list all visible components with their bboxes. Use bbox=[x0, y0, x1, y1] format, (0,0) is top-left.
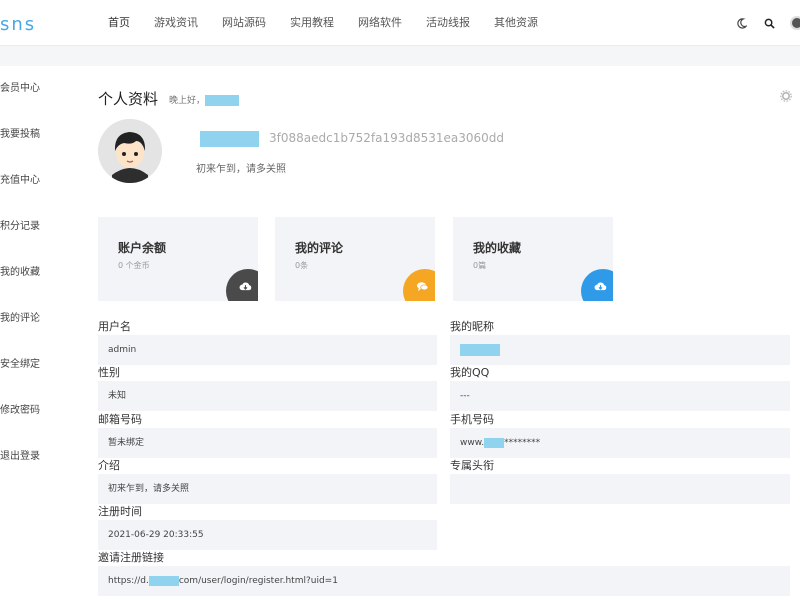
header-title-field[interactable] bbox=[450, 474, 790, 504]
user-avatar[interactable] bbox=[790, 16, 800, 30]
greeting-text: 晚上好， bbox=[169, 96, 206, 106]
chat-bubble-icon bbox=[416, 281, 429, 295]
nickname-field[interactable] bbox=[450, 335, 790, 365]
top-actions bbox=[734, 0, 800, 46]
invite-suffix: com/user/login/register.html?uid=1 bbox=[178, 576, 338, 586]
sidebar-item-security[interactable]: 安全绑定 bbox=[0, 342, 78, 388]
redacted-nickname bbox=[460, 343, 500, 356]
nav-tutorials[interactable]: 实用教程 bbox=[278, 0, 346, 46]
nickname-label: 我的昵称 bbox=[450, 320, 494, 333]
header-title-label: 专属头衔 bbox=[450, 459, 494, 472]
top-navbar: sns 首页 游戏资讯 网站源码 实用教程 网络软件 活动线报 其他资源 bbox=[0, 0, 800, 46]
gear-icon[interactable] bbox=[780, 90, 792, 105]
phone-field[interactable]: www. ******** bbox=[450, 428, 790, 458]
stat-title: 账户余额 bbox=[118, 241, 167, 255]
email-field[interactable]: 暂未绑定 bbox=[98, 428, 437, 458]
sidebar-item-favorites[interactable]: 我的收藏 bbox=[0, 250, 78, 296]
sidebar-item-comments[interactable]: 我的评论 bbox=[0, 296, 78, 342]
nav-other[interactable]: 其他资源 bbox=[482, 0, 550, 46]
qq-label: 我的QQ bbox=[450, 366, 490, 379]
qq-field[interactable]: --- bbox=[450, 381, 790, 411]
sidebar-item-logout[interactable]: 退出登录 bbox=[0, 434, 78, 480]
redacted-name bbox=[205, 95, 240, 106]
email-label: 邮箱号码 bbox=[98, 413, 142, 426]
sidebar-item-points[interactable]: 积分记录 bbox=[0, 204, 78, 250]
sidebar-item-member-center[interactable]: 会员中心 bbox=[0, 66, 78, 112]
page-title: 个人资料 bbox=[98, 90, 159, 108]
phone-label: 手机号码 bbox=[450, 413, 494, 426]
sidebar-item-recharge[interactable]: 充值中心 bbox=[0, 158, 78, 204]
search-icon[interactable] bbox=[762, 16, 776, 30]
moon-icon[interactable] bbox=[734, 16, 748, 30]
sidebar-item-submit[interactable]: 我要投稿 bbox=[0, 112, 78, 158]
profile-avatar[interactable] bbox=[98, 119, 162, 183]
phone-prefix: www. bbox=[460, 438, 485, 448]
download-cloud-icon bbox=[594, 281, 607, 295]
gender-label: 性别 bbox=[98, 366, 120, 379]
phone-suffix: ******** bbox=[504, 438, 541, 448]
intro-label: 介绍 bbox=[98, 459, 120, 472]
profile-panel: 个人资料 晚上好， 3f088aedc1b752fa193d8531ea3060… bbox=[78, 66, 800, 600]
stat-value: 0 个金币 bbox=[118, 261, 150, 270]
gender-field[interactable]: 未知 bbox=[98, 381, 437, 411]
user-sidebar: 会员中心 我要投稿 充值中心 积分记录 我的收藏 我的评论 安全绑定 修改密码 … bbox=[0, 66, 78, 600]
nav-events[interactable]: 活动线报 bbox=[414, 0, 482, 46]
stat-value: 0条 bbox=[295, 261, 309, 270]
comments-card[interactable]: 我的评论 0条 bbox=[275, 217, 435, 301]
intro-field[interactable]: 初来乍到，请多关照 bbox=[98, 474, 437, 504]
user-bio: 初来乍到，请多关照 bbox=[196, 164, 286, 175]
stat-title: 我的评论 bbox=[295, 241, 344, 255]
regtime-label: 注册时间 bbox=[98, 505, 142, 518]
redacted-username bbox=[200, 131, 259, 147]
nav-home[interactable]: 首页 bbox=[96, 0, 142, 46]
nav-site-source[interactable]: 网站源码 bbox=[210, 0, 278, 46]
stat-title: 我的收藏 bbox=[473, 241, 522, 255]
redacted-domain bbox=[148, 575, 179, 586]
regtime-field: 2021-06-29 20:33:55 bbox=[98, 520, 437, 550]
balance-card[interactable]: 账户余额 0 个金币 bbox=[98, 217, 258, 301]
user-hash: 3f088aedc1b752fa193d8531ea3060dd bbox=[269, 131, 505, 145]
invite-prefix: https://d. bbox=[108, 576, 149, 586]
nav-game-news[interactable]: 游戏资讯 bbox=[142, 0, 210, 46]
invite-link-field[interactable]: https://d. com/user/login/register.html?u… bbox=[98, 566, 790, 596]
download-cloud-icon bbox=[239, 281, 252, 295]
main-nav: 首页 游戏资讯 网站源码 实用教程 网络软件 活动线报 其他资源 bbox=[96, 0, 550, 46]
site-logo[interactable]: sns bbox=[0, 14, 36, 35]
favorites-card[interactable]: 我的收藏 0篇 bbox=[453, 217, 613, 301]
sidebar-item-password[interactable]: 修改密码 bbox=[0, 388, 78, 434]
redacted-phone bbox=[484, 437, 505, 448]
nav-software[interactable]: 网络软件 bbox=[346, 0, 414, 46]
username-label: 用户名 bbox=[98, 320, 131, 333]
invite-label: 邀请注册链接 bbox=[98, 551, 164, 564]
greeting: 晚上好， bbox=[169, 93, 240, 106]
username-field[interactable]: admin bbox=[98, 335, 437, 365]
stat-value: 0篇 bbox=[473, 261, 487, 270]
